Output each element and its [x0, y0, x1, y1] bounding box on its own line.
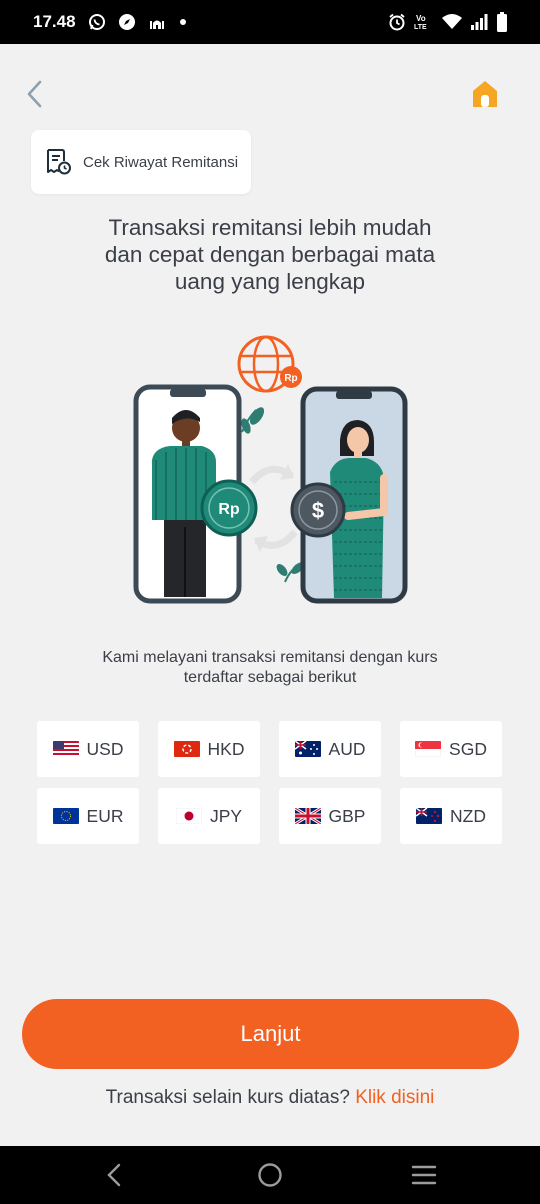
currency-usd[interactable]: USD	[37, 721, 139, 777]
back-icon	[107, 1163, 121, 1187]
compass-icon	[118, 13, 136, 31]
headline-line-1: Transaksi remitansi lebih mudah	[108, 215, 432, 240]
click-here-link[interactable]: Klik disini	[355, 1087, 434, 1108]
remittance-illustration: Rp Rp $	[133, 335, 408, 604]
dollar-coin: $	[290, 482, 346, 538]
notification-dot-icon	[179, 19, 186, 25]
currency-aud[interactable]: AUD	[279, 721, 381, 777]
whatsapp-icon	[88, 13, 106, 31]
history-card-label: Cek Riwayat Remitansi	[83, 153, 239, 171]
nav-recents-button[interactable]	[408, 1160, 440, 1190]
currency-hkd[interactable]: HKD	[158, 721, 260, 777]
page-headline: Transaksi remitansi lebih mudah dan cepa…	[40, 214, 500, 295]
currency-code: AUD	[328, 738, 366, 759]
currency-sgd[interactable]: SGD	[400, 721, 502, 777]
receipt-clock-icon	[47, 149, 71, 175]
status-right: Vo LTE	[388, 12, 508, 32]
system-nav-bar	[0, 1146, 540, 1204]
footer-question: Transaksi selain kurs diatas?	[105, 1087, 350, 1108]
currency-gbp[interactable]: GBP	[279, 788, 381, 844]
currency-jpy[interactable]: JPY	[158, 788, 260, 844]
wifi-icon	[442, 14, 462, 30]
history-card-button[interactable]: Cek Riwayat Remitansi	[31, 130, 251, 194]
currency-code: JPY	[209, 805, 243, 826]
headline-line-3: uang yang lengkap	[174, 269, 366, 294]
eu-flag-icon	[52, 808, 79, 824]
currency-grid: USD HKD AUD SGD EUR JPY GBP NZD	[37, 721, 503, 844]
us-flag-icon	[52, 741, 79, 757]
headline-line-2: dan cepat dengan berbagai mata	[104, 242, 436, 267]
rupiah-coin: Rp	[200, 479, 258, 537]
alarm-icon	[388, 13, 406, 31]
svg-text:LTE: LTE	[414, 24, 427, 31]
sg-flag-icon	[415, 741, 442, 757]
home-circle-icon	[258, 1163, 282, 1187]
currency-code: HKD	[207, 738, 245, 759]
mosque-icon	[148, 13, 166, 31]
menu-icon	[411, 1165, 437, 1185]
nav-home-button[interactable]	[254, 1160, 286, 1190]
exchange-arrows-icon	[249, 464, 298, 552]
back-button[interactable]	[18, 74, 50, 114]
status-left: 17.48	[33, 12, 186, 32]
currency-eur[interactable]: EUR	[37, 788, 139, 844]
currency-code: USD	[86, 738, 124, 759]
currency-code: NZD	[450, 805, 486, 826]
rupiah-coin-text: Rp	[218, 501, 240, 518]
globe-badge-text: Rp	[284, 373, 297, 384]
subtext-line-1: Kami melayani transaksi remitansi dengan…	[102, 649, 438, 666]
battery-icon	[496, 12, 508, 32]
home-button[interactable]	[468, 76, 502, 112]
nz-flag-icon	[416, 808, 443, 824]
volte-icon: Vo LTE	[414, 13, 434, 31]
signal-icon	[470, 14, 488, 30]
hk-flag-icon	[173, 741, 200, 757]
dollar-coin-text: $	[312, 498, 324, 523]
chevron-left-icon	[27, 80, 42, 108]
currency-intro-text: Kami melayani transaksi remitansi dengan…	[40, 648, 500, 688]
status-time: 17.48	[33, 12, 76, 31]
globe-icon: Rp	[237, 335, 302, 393]
status-bar: 17.48 Vo LTE	[0, 0, 540, 44]
currency-code: SGD	[449, 738, 487, 759]
currency-code: GBP	[328, 805, 366, 826]
continue-button[interactable]: Lanjut	[22, 999, 519, 1069]
nav-back-button[interactable]	[98, 1160, 130, 1190]
gb-flag-icon	[294, 808, 321, 824]
au-flag-icon	[294, 741, 321, 757]
jp-flag-icon	[175, 808, 202, 824]
home-icon	[473, 81, 497, 107]
svg-text:Vo: Vo	[416, 14, 426, 23]
currency-code: EUR	[86, 805, 124, 826]
currency-nzd[interactable]: NZD	[400, 788, 502, 844]
subtext-line-2: terdaftar sebagai berikut	[183, 669, 357, 686]
other-currency-prompt: Transaksi selain kurs diatas? Klik disin…	[0, 1087, 540, 1109]
